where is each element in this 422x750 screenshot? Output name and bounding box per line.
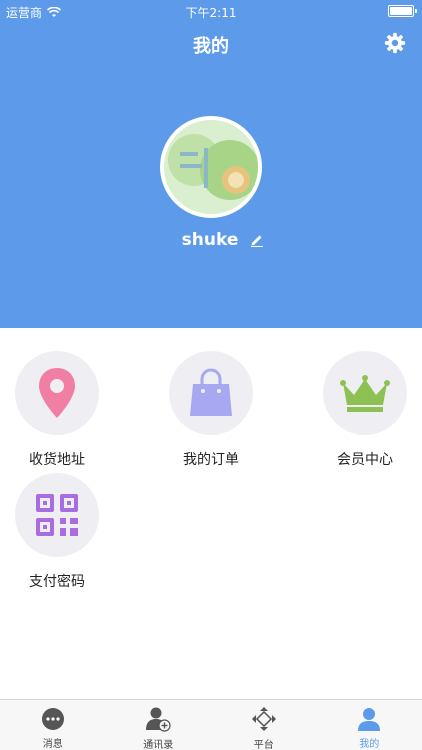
platform-diamond-icon — [251, 707, 276, 731]
avatar[interactable] — [160, 116, 262, 218]
qr-code-icon — [36, 494, 78, 536]
page-title: 我的 — [193, 36, 229, 57]
username-row: shuke — [0, 230, 422, 250]
tab-mine[interactable]: 我的 — [317, 700, 422, 750]
gear-icon[interactable] — [384, 32, 406, 54]
tab-label: 通讯录 — [143, 740, 174, 750]
tab-contacts[interactable]: 通讯录 — [106, 700, 212, 750]
tab-platform[interactable]: 平台 — [211, 700, 317, 750]
tab-label: 消息 — [42, 739, 63, 750]
menu-label: 会员中心 — [337, 452, 393, 468]
menu-item-payment-password[interactable]: 支付密码 — [0, 473, 117, 591]
tab-bar: 消息 通讯录 平台 我的 — [0, 699, 422, 750]
pencil-icon[interactable] — [250, 233, 264, 247]
add-contact-icon — [146, 707, 171, 732]
menu-icon-circle — [169, 351, 253, 435]
shopping-bag-icon — [190, 368, 232, 416]
tab-label: 我的 — [359, 739, 380, 750]
menu-item-orders[interactable]: 我的订单 — [151, 351, 271, 469]
tab-messages[interactable]: 消息 — [0, 700, 106, 750]
menu-label: 支付密码 — [29, 574, 85, 590]
avatar-image — [164, 120, 258, 214]
tab-label: 平台 — [253, 740, 274, 750]
menu-icon-circle — [15, 351, 99, 435]
location-pin-icon — [39, 368, 75, 418]
username: shuke — [181, 230, 239, 250]
battery-icon — [388, 5, 417, 17]
menu-icon-circle — [15, 473, 99, 557]
person-icon — [358, 707, 381, 731]
menu-label: 收货地址 — [29, 452, 85, 468]
menu-item-address[interactable]: 收货地址 — [0, 351, 117, 469]
crown-icon — [340, 375, 390, 412]
menu-label: 我的订单 — [183, 452, 239, 468]
menu-icon-circle — [323, 351, 407, 435]
profile-header: 运营商 下午2:11 我的 shuke — [0, 0, 422, 328]
chat-bubble-icon — [41, 707, 64, 730]
menu-item-membership[interactable]: 会员中心 — [305, 351, 422, 469]
status-bar: 运营商 下午2:11 — [0, 0, 422, 22]
status-time: 下午2:11 — [185, 6, 237, 20]
